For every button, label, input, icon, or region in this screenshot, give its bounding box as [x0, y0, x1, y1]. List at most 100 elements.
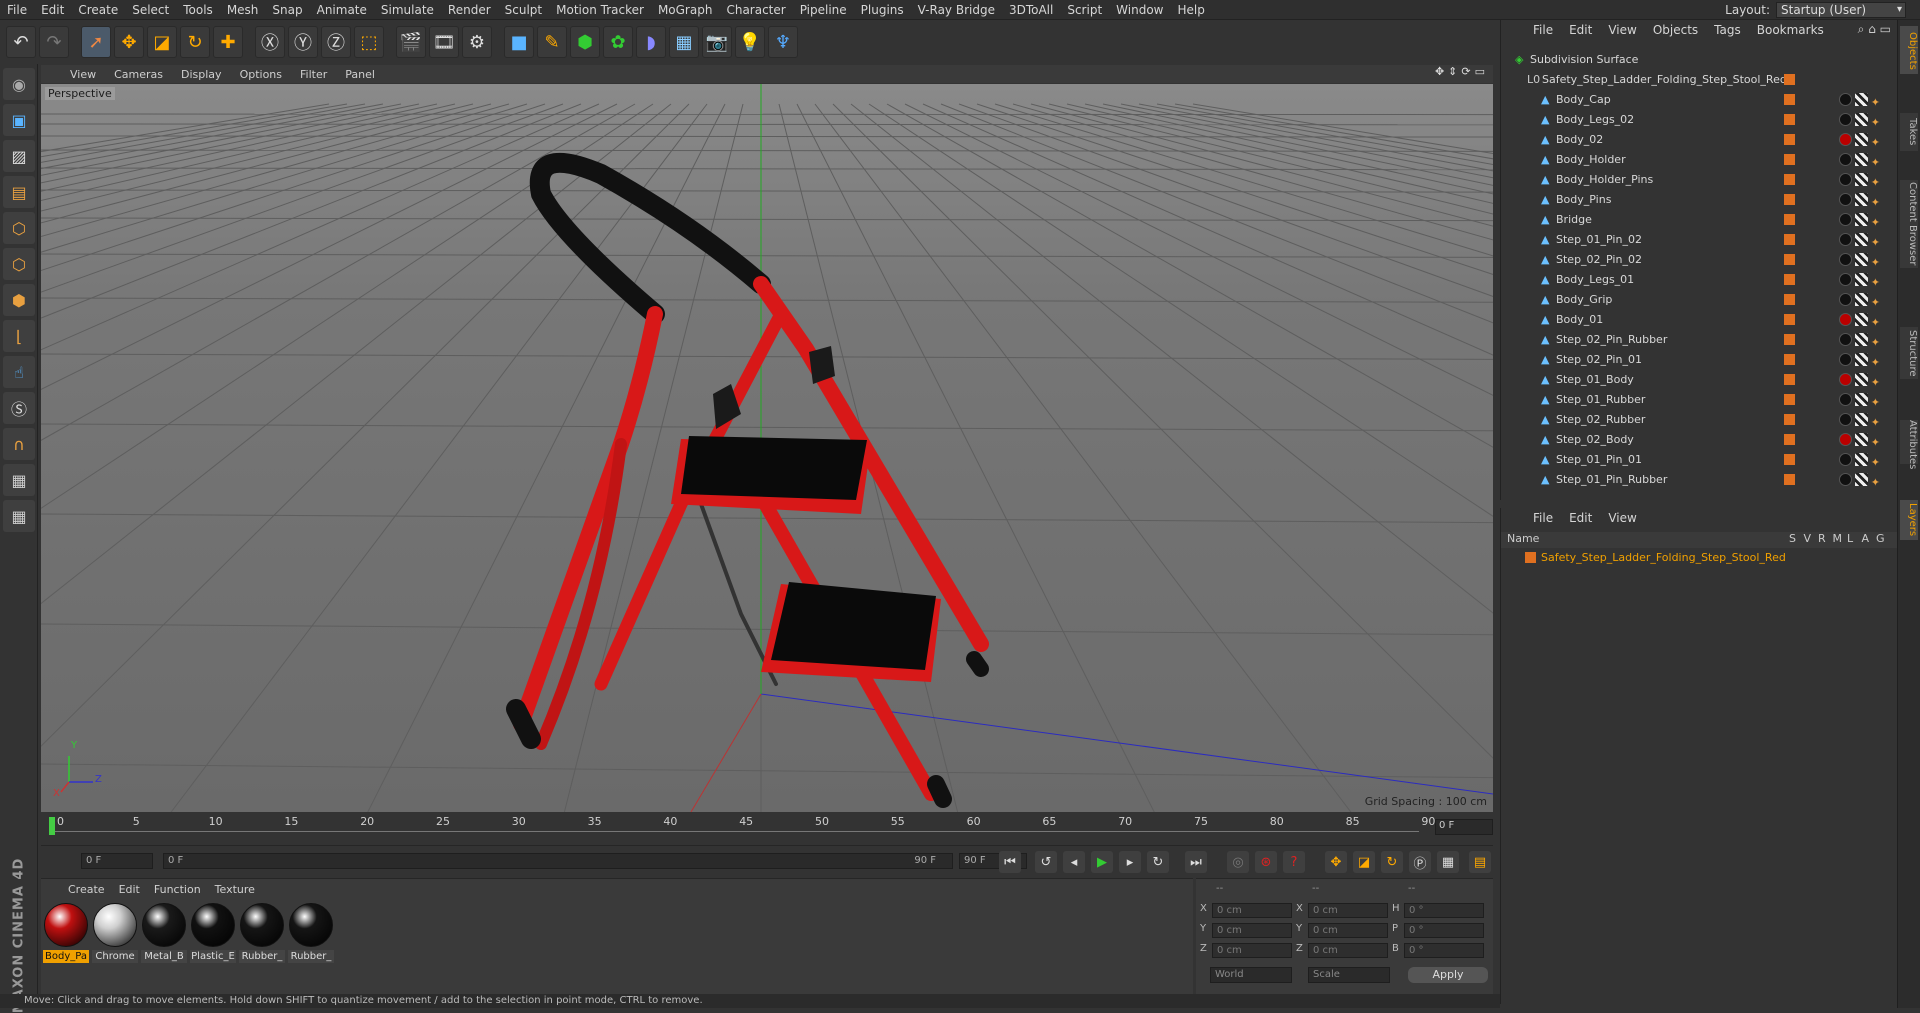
- object-row-group[interactable]: L0 Safety_Step_Ladder_Folding_Step_Stool_…: [1501, 70, 1898, 90]
- menu-simulate[interactable]: Simulate: [374, 0, 441, 20]
- material-swatch[interactable]: Chrome: [92, 903, 138, 963]
- side-tab-content-browser[interactable]: Content Browser: [1900, 180, 1918, 268]
- menu-plugins[interactable]: Plugins: [854, 0, 911, 20]
- menu-mesh[interactable]: Mesh: [220, 0, 266, 20]
- menu-mograph[interactable]: MoGraph: [651, 0, 720, 20]
- material-tag-icon[interactable]: [1838, 353, 1852, 366]
- texture-tag-icon[interactable]: [1854, 353, 1868, 366]
- material-tag-icon[interactable]: [1838, 233, 1852, 246]
- menu-character[interactable]: Character: [719, 0, 792, 20]
- coordinate-system-icon[interactable]: ⬚: [354, 26, 384, 58]
- z-axis-lock-icon[interactable]: Ⓩ: [321, 26, 351, 58]
- menu-edit[interactable]: Edit: [34, 0, 71, 20]
- coordinate-space-dropdown[interactable]: World: [1210, 967, 1292, 983]
- coord-value[interactable]: 0 °: [1404, 903, 1484, 918]
- preview-range-slider[interactable]: 0 F 90 F: [163, 853, 953, 869]
- coord-value[interactable]: 0 cm: [1212, 903, 1292, 918]
- layers-menu-view[interactable]: View: [1600, 511, 1644, 525]
- texture-tag-icon[interactable]: [1854, 393, 1868, 406]
- light-icon[interactable]: 💡: [735, 26, 765, 58]
- object-row[interactable]: ▲ Step_01_Pin_Rubber ✦: [1501, 470, 1898, 490]
- workplane-lock-icon[interactable]: ▦: [3, 464, 35, 496]
- polygons-mode-icon[interactable]: ⬢: [3, 284, 35, 316]
- material-menu-texture[interactable]: Texture: [208, 883, 262, 896]
- timeline-layout-icon[interactable]: ▤: [1469, 851, 1491, 873]
- coord-value[interactable]: 0 °: [1404, 923, 1484, 938]
- loop-icon[interactable]: ↺: [1035, 851, 1057, 873]
- camera-icon[interactable]: 📷: [702, 26, 732, 58]
- material-menu-edit[interactable]: Edit: [112, 883, 147, 896]
- texture-tag-icon[interactable]: [1854, 193, 1868, 206]
- material-menu-create[interactable]: Create: [61, 883, 112, 896]
- perspective-viewport[interactable]: Perspective Y Z X Grid Spacing : 100 cm: [41, 84, 1493, 812]
- redo-icon[interactable]: ↷: [39, 26, 69, 58]
- coord-value[interactable]: 0 °: [1404, 943, 1484, 958]
- go-to-end-icon[interactable]: ⏭: [1185, 851, 1207, 873]
- select-tool-icon[interactable]: ➚: [81, 26, 111, 58]
- objects-menu-view[interactable]: View: [1600, 23, 1644, 37]
- material-tag-icon[interactable]: [1838, 113, 1852, 126]
- objects-menu-edit[interactable]: Edit: [1561, 23, 1600, 37]
- menu-motion-tracker[interactable]: Motion Tracker: [549, 0, 651, 20]
- material-tag-icon[interactable]: [1838, 273, 1852, 286]
- object-row[interactable]: ▲ Step_01_Pin_01 ✦: [1501, 450, 1898, 470]
- material-tag-icon[interactable]: [1838, 453, 1852, 466]
- record-off-icon[interactable]: ◎: [1227, 851, 1249, 873]
- key-scale-icon[interactable]: ◪: [1353, 851, 1375, 873]
- coord-value[interactable]: 0 cm: [1308, 903, 1388, 918]
- coord-value[interactable]: 0 cm: [1308, 923, 1388, 938]
- workplane-mode-icon[interactable]: ▤: [3, 176, 35, 208]
- play-icon[interactable]: ▶: [1091, 851, 1113, 873]
- material-swatch[interactable]: Body_Pa: [43, 903, 89, 963]
- object-row[interactable]: ▲ Body_Legs_02 ✦: [1501, 110, 1898, 130]
- texture-tag-icon[interactable]: [1854, 233, 1868, 246]
- coord-value[interactable]: 0 cm: [1212, 943, 1292, 958]
- material-tag-icon[interactable]: [1838, 473, 1852, 486]
- cloner-icon[interactable]: ✿: [603, 26, 633, 58]
- key-parameter-icon[interactable]: Ⓟ: [1409, 851, 1431, 873]
- object-row[interactable]: ▲ Step_01_Body ✦: [1501, 370, 1898, 390]
- material-tag-icon[interactable]: [1838, 213, 1852, 226]
- texture-tag-icon[interactable]: [1854, 453, 1868, 466]
- render-view-icon[interactable]: 🎬: [396, 26, 426, 58]
- current-frame-field[interactable]: 0 F: [1435, 819, 1493, 835]
- object-row[interactable]: ▲ Step_02_Pin_02 ✦: [1501, 250, 1898, 270]
- menu-help[interactable]: Help: [1170, 0, 1211, 20]
- texture-tag-icon[interactable]: [1854, 413, 1868, 426]
- tweak-mode-icon[interactable]: ☝: [3, 356, 35, 388]
- toggle-view-icon[interactable]: ▭: [1475, 65, 1485, 78]
- viewport-menu-panel[interactable]: Panel: [336, 68, 384, 81]
- key-rotation-icon[interactable]: ↻: [1381, 851, 1403, 873]
- material-tag-icon[interactable]: [1838, 373, 1852, 386]
- object-row[interactable]: ▲ Body_Legs_01 ✦: [1501, 270, 1898, 290]
- snap-icon[interactable]: Ⓢ: [3, 392, 35, 424]
- magnet-icon[interactable]: ∩: [3, 428, 35, 460]
- texture-tag-icon[interactable]: [1854, 333, 1868, 346]
- autokey-icon[interactable]: ?: [1283, 851, 1305, 873]
- move-tool-icon[interactable]: ✥: [114, 26, 144, 58]
- key-pla-icon[interactable]: ▦: [1437, 851, 1459, 873]
- texture-tag-icon[interactable]: [1854, 433, 1868, 446]
- material-tag-icon[interactable]: [1838, 93, 1852, 106]
- playhead[interactable]: [49, 817, 55, 835]
- go-to-start-icon[interactable]: ⏮: [999, 851, 1021, 873]
- viewport-menu-display[interactable]: Display: [172, 68, 231, 81]
- menu-file[interactable]: File: [0, 0, 34, 20]
- object-row[interactable]: ▲ Body_01 ✦: [1501, 310, 1898, 330]
- material-tag-icon[interactable]: [1838, 133, 1852, 146]
- texture-tag-icon[interactable]: [1854, 173, 1868, 186]
- layer-row[interactable]: Safety_Step_Ladder_Folding_Step_Stool_Re…: [1509, 550, 1894, 566]
- layer-name[interactable]: Safety_Step_Ladder_Folding_Step_Stool_Re…: [1541, 550, 1786, 566]
- material-tag-icon[interactable]: [1838, 173, 1852, 186]
- render-settings-icon[interactable]: ⚙: [462, 26, 492, 58]
- texture-tag-icon[interactable]: [1854, 113, 1868, 126]
- timeline-ruler[interactable]: 0 F 0 5 10 15 20 25 30 35 40 45 50 55 60 65 70 75 80 85 90: [41, 813, 1493, 843]
- side-tab-layers[interactable]: Layers: [1900, 500, 1918, 540]
- axis-mode-icon[interactable]: ⌊: [3, 320, 35, 352]
- material-swatch[interactable]: Plastic_E: [190, 903, 236, 963]
- material-tag-icon[interactable]: [1838, 193, 1852, 206]
- texture-tag-icon[interactable]: [1854, 293, 1868, 306]
- material-tag-icon[interactable]: [1838, 413, 1852, 426]
- layers-menu-file[interactable]: File: [1525, 511, 1561, 525]
- menu-create[interactable]: Create: [71, 0, 125, 20]
